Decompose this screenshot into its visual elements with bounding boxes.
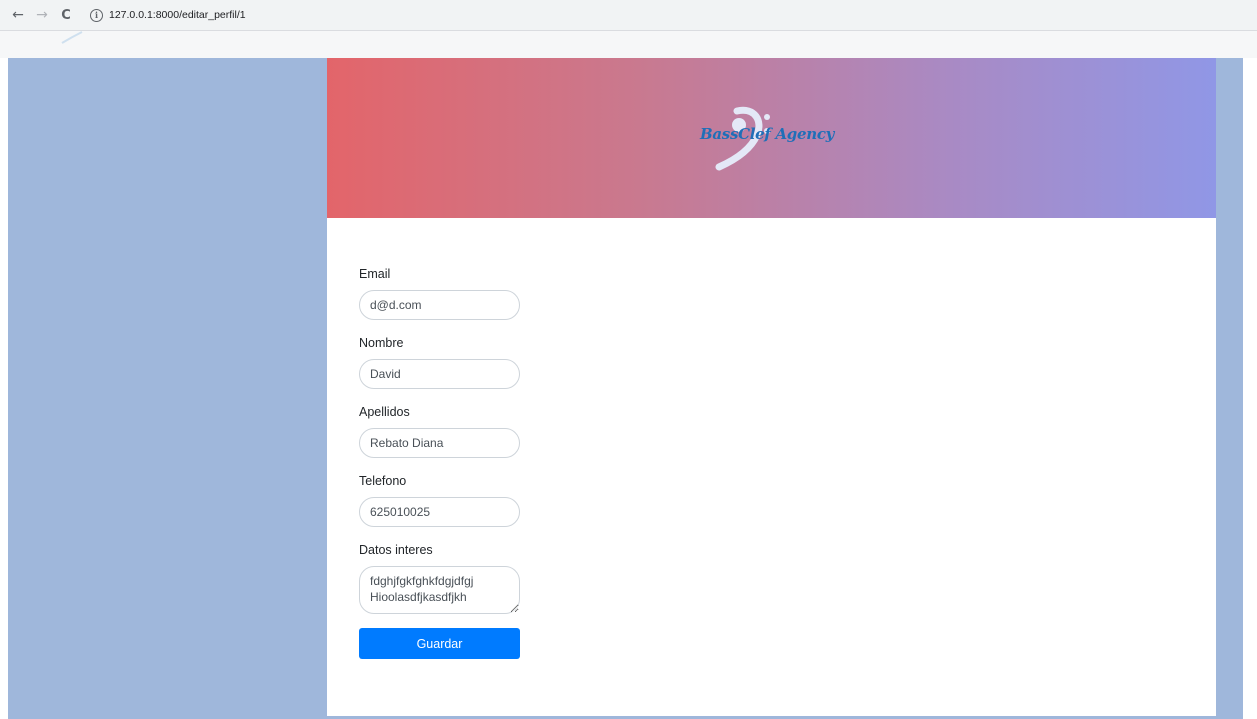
info-icon[interactable]: i [90,8,103,22]
browser-toolbar: ← → C i 127.0.0.1:8000/editar_perfil/1 [0,0,1257,31]
email-field[interactable] [359,290,520,320]
logo-text: BassClef Agency [700,125,835,143]
forward-icon[interactable]: → [32,5,52,25]
decorative-stroke-icon [61,31,83,44]
hero-banner: BassClef Agency [327,58,1216,218]
address-bar[interactable]: 127.0.0.1:8000/editar_perfil/1 [109,9,246,21]
save-button[interactable]: Guardar [359,628,520,659]
back-icon[interactable]: ← [8,5,28,25]
apellidos-label: Apellidos [359,405,410,419]
nombre-label: Nombre [359,336,404,350]
reload-icon[interactable]: C [56,5,76,25]
apellidos-field[interactable] [359,428,520,458]
edit-profile-form: Email Nombre Apellidos Telefono Datos in… [359,266,521,659]
telefono-label: Telefono [359,474,407,488]
brand-logo[interactable]: BassClef Agency [697,103,847,173]
bookmark-bar [0,31,1257,58]
datos-interes-textarea[interactable]: fdghjfgkfghkfdgjdfgj Hioolasdfjkasdfjkh [359,566,520,614]
profile-card: BassClef Agency Email Nombre Apellidos T… [327,58,1216,716]
nombre-field[interactable] [359,359,520,389]
datos-interes-label: Datos interes [359,543,433,557]
telefono-field[interactable] [359,497,520,527]
email-label: Email [359,267,391,281]
